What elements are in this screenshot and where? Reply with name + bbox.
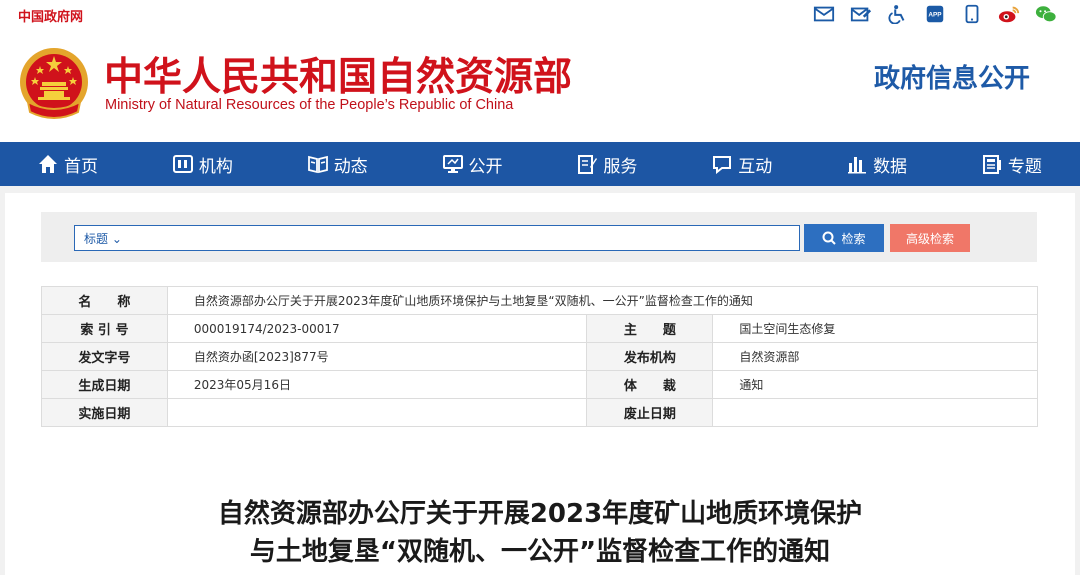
mobile-icon[interactable]: [960, 3, 984, 25]
meta-label-docno: 发文字号: [41, 342, 168, 371]
nav-label: 互动: [738, 156, 773, 177]
document-meta-table: 名 称 自然资源部办公厅关于开展2023年度矿山地质环境保护与土地复垦“双随机、…: [41, 286, 1039, 427]
nav-item-data[interactable]: 数据: [847, 152, 907, 177]
gov-info-heading[interactable]: 政府信息公开: [874, 58, 1030, 95]
main-nav: 首页 机构 动态 公开 服务 互动 数据 专题: [0, 142, 1080, 186]
home-icon: [39, 155, 57, 173]
nav-label: 专题: [1007, 156, 1042, 177]
meta-value-expire: [712, 398, 1038, 427]
table-row: 生成日期 2023年05月16日 体 裁 通知: [41, 370, 1038, 399]
accessibility-icon[interactable]: [886, 3, 910, 25]
article-title-line: 与土地复垦“双随机、一公开”监督检查工作的通知: [249, 537, 831, 567]
book-icon: [307, 155, 328, 174]
meta-label-expire: 废止日期: [586, 398, 714, 427]
nav-item-org[interactable]: 机构: [172, 152, 233, 177]
chevron-down-icon: ⌄: [111, 232, 122, 246]
meta-label-impl: 实施日期: [41, 398, 168, 427]
site-header: 中华人民共和国自然资源部 Ministry of Natural Resourc…: [0, 28, 1080, 142]
advanced-search-button[interactable]: 高级检索: [890, 224, 970, 252]
bar-chart-icon: [848, 157, 867, 174]
wechat-icon[interactable]: [1034, 3, 1058, 25]
meta-label-date: 生成日期: [41, 370, 168, 399]
table-row: 名 称 自然资源部办公厅关于开展2023年度矿山地质环境保护与土地复垦“双随机、…: [41, 286, 1039, 315]
search-field-select[interactable]: 标题 ⌄: [84, 230, 122, 247]
nav-label: 公开: [468, 156, 503, 177]
table-row: 索 引 号 000019174/2023-00017 主 题 国土空间生态修复: [41, 314, 1038, 343]
meta-label-issuer: 发布机构: [586, 342, 714, 371]
top-icon-group: APP: [812, 3, 1058, 25]
nav-label: 首页: [64, 156, 98, 177]
search-button-label: 检索: [841, 231, 866, 246]
nav-item-public[interactable]: 公开: [442, 152, 503, 177]
meta-value-issuer: 自然资源部: [712, 342, 1038, 371]
search-icon: [822, 231, 837, 245]
chat-icon: [713, 156, 732, 174]
search-button[interactable]: 检索: [804, 224, 884, 252]
table-row: 发文字号 自然资办函[2023]877号 发布机构 自然资源部: [41, 342, 1038, 371]
nav-item-interact[interactable]: 互动: [712, 152, 772, 177]
mail-icon[interactable]: [812, 3, 836, 25]
meta-value-genre: 通知: [712, 370, 1038, 399]
search-bar: 标题 ⌄ 检索 高级检索: [41, 212, 1037, 262]
meta-value-docno: 自然资办函[2023]877号: [166, 342, 588, 371]
meta-label-subject: 主 题: [586, 314, 714, 343]
meta-label-index: 索 引 号: [41, 314, 168, 343]
nav-label: 服务: [603, 156, 638, 177]
gov-portal-link[interactable]: 中国政府网: [18, 6, 83, 25]
edit-doc-icon: [578, 155, 598, 174]
article-title: 自然资源部办公厅关于开展2023年度矿山地质环境保护 与土地复垦“双随机、一公开…: [5, 495, 1075, 571]
meta-value-impl: [166, 398, 588, 427]
site-title-en: Ministry of Natural Resources of the Peo…: [105, 97, 514, 113]
top-bar: 中国政府网 APP: [0, 0, 1080, 28]
search-select-label: 标题: [84, 232, 109, 246]
nav-label: 动态: [333, 156, 368, 177]
weibo-icon[interactable]: [997, 3, 1021, 25]
article-title-line: 自然资源部办公厅关于开展2023年度矿山地质环境保护: [217, 499, 863, 529]
search-input[interactable]: [133, 227, 793, 249]
mail-edit-icon[interactable]: [849, 3, 873, 25]
nav-label: 数据: [873, 156, 908, 177]
search-box: 标题 ⌄: [74, 225, 800, 251]
table-row: 实施日期 废止日期: [41, 398, 1038, 427]
content-panel: 标题 ⌄ 检索 高级检索 名 称 自然资源部办公厅关于开展2023年度矿山地质环…: [5, 193, 1075, 575]
meta-value-date: 2023年05月16日: [166, 370, 588, 399]
national-emblem-icon: [20, 48, 88, 119]
meta-label-genre: 体 裁: [586, 370, 714, 399]
app-icon-label: APP: [928, 12, 942, 19]
site-title-cn: 中华人民共和国自然资源部: [104, 55, 573, 100]
meta-label-name: 名 称: [41, 286, 168, 315]
doc-list-icon: [982, 155, 1001, 174]
meta-value-name: 自然资源部办公厅关于开展2023年度矿山地质环境保护与土地复垦“双随机、一公开”…: [166, 286, 1039, 315]
org-icon: [172, 155, 193, 173]
monitor-icon: [442, 155, 463, 173]
app-icon[interactable]: APP: [923, 3, 947, 25]
nav-item-service[interactable]: 服务: [577, 152, 637, 177]
nav-label: 机构: [198, 156, 233, 177]
nav-item-topic[interactable]: 专题: [982, 152, 1042, 177]
nav-item-news[interactable]: 动态: [307, 152, 368, 177]
meta-value-index: 000019174/2023-00017: [166, 314, 588, 343]
meta-value-subject: 国土空间生态修复: [712, 314, 1038, 343]
nav-item-home[interactable]: 首页: [38, 152, 98, 177]
